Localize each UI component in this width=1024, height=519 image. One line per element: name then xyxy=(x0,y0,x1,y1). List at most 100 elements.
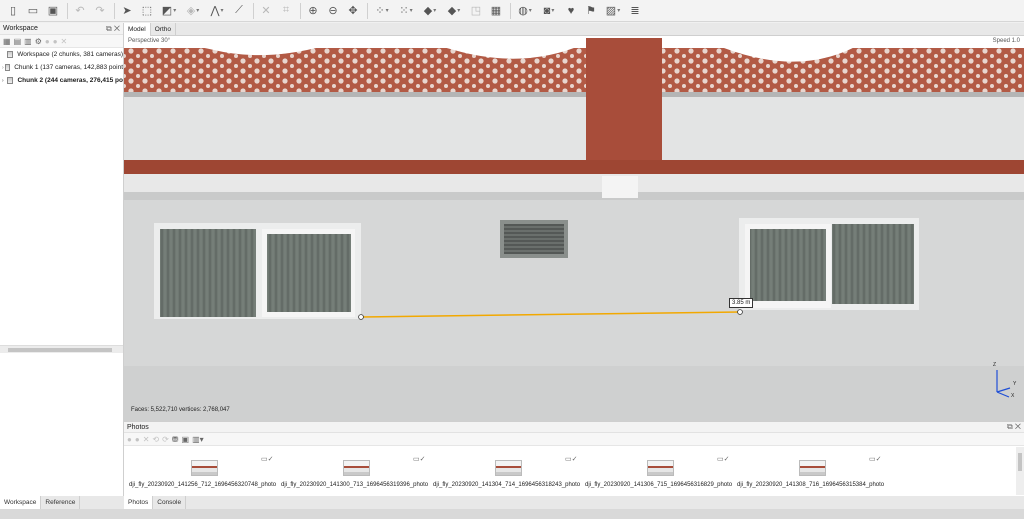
tab-photos[interactable]: Photos xyxy=(124,496,154,509)
dense-cloud-dropdown-icon[interactable]: ⁙ ▾ xyxy=(395,2,417,20)
left-panel-tabs: Workspace Reference xyxy=(0,496,124,509)
photos-panel: Photos ⧉ ✕ ● ● ✕ ⟲ ⟳ ⛃ ▣ ▥▾ ▭✓ dji_fly_2… xyxy=(124,421,1024,496)
axis-z-label: Z xyxy=(993,362,997,368)
chunk-icon xyxy=(7,77,14,84)
panel-controls[interactable]: ⧉ ✕ xyxy=(106,24,120,34)
photo-thumbnail xyxy=(495,460,522,476)
photo-thumbnail xyxy=(191,460,218,476)
points-dropdown-icon[interactable]: ⁘ ▾ xyxy=(371,2,393,20)
enable-camera-icon[interactable]: ● xyxy=(127,435,132,444)
aligned-check-icon: ▭✓ xyxy=(717,456,730,463)
model-dropdown-icon[interactable]: ◆ ▾ xyxy=(419,2,441,20)
photo-item[interactable]: ▭✓ dji_fly_20230920_141308_716_169645631… xyxy=(737,452,887,492)
paint-dropdown-icon[interactable]: ◈ ▾ xyxy=(182,2,204,20)
workspace-title: Workspace xyxy=(3,25,38,32)
tree-item-workspace[interactable]: Workspace (2 chunks, 381 cameras) xyxy=(0,48,123,61)
tab-reference[interactable]: Reference xyxy=(41,496,81,509)
measurement-end-point[interactable] xyxy=(737,309,743,315)
undo-icon[interactable]: ↶ xyxy=(71,2,89,20)
tree-item-label: Workspace (2 chunks, 381 cameras) xyxy=(17,51,123,58)
selection-dropdown-icon[interactable]: ◩ ▾ xyxy=(158,2,180,20)
photo-item[interactable]: ▭✓ dji_fly_20230920_141300_713_169645631… xyxy=(281,452,431,492)
photos-toolbar: ● ● ✕ ⟲ ⟳ ⛃ ▣ ▥▾ xyxy=(124,433,1024,446)
open-folder-icon[interactable]: ▭ xyxy=(24,2,42,20)
add-chunk-icon[interactable]: ▦ xyxy=(3,37,11,46)
workspace-panel-header: Workspace ⧉ ✕ xyxy=(0,23,123,35)
zoom-in-icon[interactable]: ⊕ xyxy=(304,2,322,20)
measurement-label: 3.85 m xyxy=(729,298,754,308)
camera-dropdown-icon[interactable]: ◙ ▾ xyxy=(538,2,560,20)
chunk-settings-icon[interactable]: ⚙ xyxy=(35,37,42,46)
aligned-check-icon: ▭✓ xyxy=(565,456,578,463)
disable-camera-icon[interactable]: ● xyxy=(135,435,140,444)
new-file-icon[interactable]: ▯ xyxy=(4,2,22,20)
photo-item[interactable]: ▭✓ dji_fly_20230920_141256_712_169645632… xyxy=(129,452,279,492)
panel-controls[interactable]: ⧉ ✕ xyxy=(1007,422,1021,432)
tiled-model-icon[interactable]: ◳ xyxy=(467,2,485,20)
photo-caption: dji_fly_20230920_141306_715_169645631682… xyxy=(585,482,733,488)
enable-icon[interactable]: ● xyxy=(45,37,50,46)
texture-dropdown-icon[interactable]: ◆ ▾ xyxy=(443,2,465,20)
tree-item-label: Chunk 1 (137 cameras, 142,883 point xyxy=(14,64,123,71)
image-icon[interactable]: ▨ ▾ xyxy=(602,2,624,20)
draw-dropdown-icon[interactable]: ⋀ ▾ xyxy=(206,2,228,20)
reset-filter-icon[interactable]: ▣ xyxy=(182,435,190,444)
save-icon[interactable]: ▣ xyxy=(44,2,62,20)
aligned-check-icon: ▭✓ xyxy=(261,456,274,463)
flag-icon[interactable]: ⚑ xyxy=(582,2,600,20)
tree-item-chunk-2[interactable]: › Chunk 2 (244 cameras, 276,415 po xyxy=(0,74,123,87)
markers-icon[interactable]: ♥ xyxy=(562,2,580,20)
photos-vertical-scrollbar[interactable] xyxy=(1016,447,1024,495)
navigation-icon[interactable]: ➤ xyxy=(118,2,136,20)
photo-item[interactable]: ▭✓ dji_fly_20230920_141306_715_169645631… xyxy=(585,452,735,492)
workspace-icon xyxy=(6,51,14,58)
layers-icon[interactable]: ≣ xyxy=(626,2,644,20)
tree-item-chunk-1[interactable]: › Chunk 1 (137 cameras, 142,883 point xyxy=(0,61,123,74)
photo-caption: dji_fly_20230920_141256_712_169645632074… xyxy=(129,482,277,488)
tree-item-label: Chunk 2 (244 cameras, 276,415 po xyxy=(17,77,123,84)
photo-caption: dji_fly_20230920_141308_716_169645631538… xyxy=(737,482,885,488)
photo-item[interactable]: ▭✓ dji_fly_20230920_141304_714_169645631… xyxy=(433,452,583,492)
remove-icon[interactable]: ✕ xyxy=(61,37,68,46)
crop-icon[interactable]: ⌗ xyxy=(277,2,295,20)
view-tabs: Model Ortho xyxy=(124,23,1024,36)
photos-thumbnail-list: ▭✓ dji_fly_20230920_141256_712_169645632… xyxy=(124,452,1014,494)
add-photos-icon[interactable]: ▤ xyxy=(14,37,22,46)
workspace-horizontal-scrollbar[interactable] xyxy=(0,345,123,353)
bottom-panel-tabs: Photos Console xyxy=(124,496,1024,509)
remove-camera-icon[interactable]: ✕ xyxy=(143,435,150,444)
move-icon[interactable]: ✥ xyxy=(344,2,362,20)
zoom-out-icon[interactable]: ⊖ xyxy=(324,2,342,20)
dem-icon[interactable]: ▦ xyxy=(487,2,505,20)
photo-caption: dji_fly_20230920_141304_714_169645631824… xyxy=(433,482,581,488)
rotate-left-icon[interactable]: ⟲ xyxy=(152,435,159,444)
rotate-right-icon[interactable]: ⟳ xyxy=(162,435,169,444)
photos-panel-header: Photos ⧉ ✕ xyxy=(124,422,1024,433)
tab-ortho[interactable]: Ortho xyxy=(151,23,176,36)
model-viewport[interactable]: Perspective 30° Speed 1.0 Faces: 5,522,7… xyxy=(124,36,1024,421)
measurement-start-point[interactable] xyxy=(358,314,364,320)
filter-icon[interactable]: ⛃ xyxy=(172,435,179,444)
aligned-check-icon: ▭✓ xyxy=(869,456,882,463)
rectangle-selection-icon[interactable]: ⬚ xyxy=(138,2,156,20)
disable-icon[interactable]: ● xyxy=(53,37,58,46)
globe-dropdown-icon[interactable]: ◍ ▾ xyxy=(514,2,536,20)
axis-y-label: Y xyxy=(1013,381,1017,387)
chunk-icon xyxy=(5,64,11,71)
workspace-toolbar: ▦ ▤ ▥ ⚙ ● ● ✕ xyxy=(0,35,123,48)
redo-icon[interactable]: ↷ xyxy=(91,2,109,20)
status-bar xyxy=(0,509,1024,519)
photo-thumbnail xyxy=(799,460,826,476)
photo-thumbnail xyxy=(343,460,370,476)
workspace-panel: Workspace ⧉ ✕ ▦ ▤ ▥ ⚙ ● ● ✕ Workspace (2… xyxy=(0,23,124,496)
add-folder-icon[interactable]: ▥ xyxy=(24,37,32,46)
app-window: ▯ ▭ ▣ ↶ ↷ ➤ ⬚ ◩ ▾ ◈ ▾ ⋀ ▾ ⟋ ✕ ⌗ ⊕ ⊖ ✥ ⁘ ▾ ⁙ ▾… xyxy=(0,0,1024,519)
aligned-check-icon: ▭✓ xyxy=(413,456,426,463)
photos-title: Photos xyxy=(127,423,149,431)
tab-console[interactable]: Console xyxy=(153,496,187,509)
tab-workspace[interactable]: Workspace xyxy=(0,496,42,509)
tab-model[interactable]: Model xyxy=(124,23,151,36)
ruler-icon[interactable]: ⟋ xyxy=(230,2,248,20)
delete-icon[interactable]: ✕ xyxy=(257,2,275,20)
view-mode-icon[interactable]: ▥▾ xyxy=(192,435,204,444)
